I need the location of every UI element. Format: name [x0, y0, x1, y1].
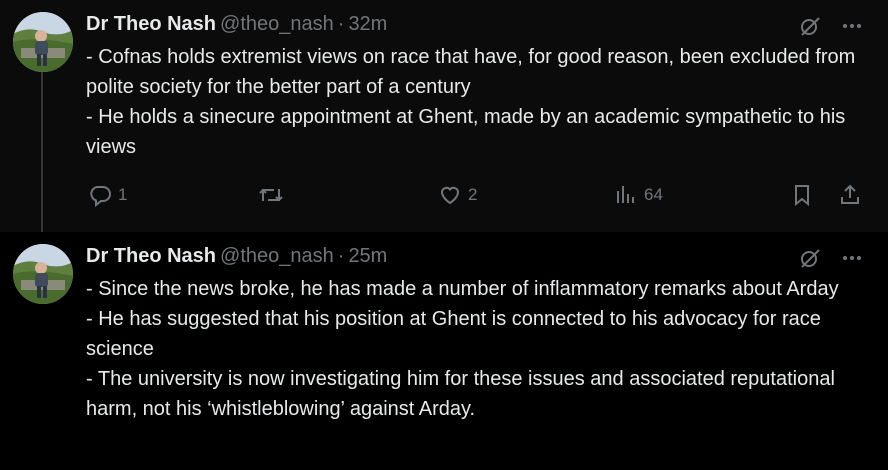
tweet-line: - The university is now investigating hi…	[86, 368, 835, 420]
share-button[interactable]	[838, 183, 862, 207]
tweet-line: - Cofnas holds extremist views on race t…	[86, 46, 856, 98]
like-button[interactable]: 2	[438, 183, 477, 207]
tweet-text: - Cofnas holds extremist views on race t…	[86, 42, 866, 162]
reply-icon	[90, 186, 111, 207]
tweet[interactable]: Dr Theo Nash @theo_nash · 25m - Since the n…	[0, 232, 888, 470]
share-icon	[841, 184, 859, 204]
timestamp[interactable]: 25m	[348, 245, 387, 267]
author-handle[interactable]: @theo_nash	[220, 245, 334, 267]
more-icon[interactable]	[840, 246, 864, 270]
avatar[interactable]	[13, 244, 73, 304]
bookmark-button[interactable]	[790, 183, 814, 207]
tweet-line: - He has suggested that his position at …	[86, 308, 821, 360]
author-name[interactable]: Dr Theo Nash	[86, 245, 216, 267]
views-icon	[617, 186, 634, 203]
tweet[interactable]: Dr Theo Nash @theo_nash · 32m - Cofnas hold…	[0, 0, 888, 232]
tweet-header: Dr Theo Nash @theo_nash · 32m	[86, 11, 387, 37]
thread-line	[41, 72, 43, 232]
action-bar: 1 2 64	[86, 180, 866, 212]
grok-icon[interactable]	[798, 246, 822, 270]
repost-button[interactable]	[258, 183, 290, 207]
reply-button[interactable]: 1	[88, 183, 127, 207]
author-handle[interactable]: @theo_nash	[220, 13, 334, 35]
reply-count: 1	[118, 185, 128, 204]
tweet-text: - Since the news broke, he has made a nu…	[86, 274, 866, 424]
tweet-header: Dr Theo Nash @theo_nash · 25m	[86, 243, 387, 269]
avatar[interactable]	[13, 12, 73, 72]
repost-icon	[259, 188, 283, 202]
views-count: 64	[644, 185, 663, 204]
views-button[interactable]: 64	[614, 183, 663, 207]
grok-icon[interactable]	[798, 14, 822, 38]
tweet-line: - Since the news broke, he has made a nu…	[86, 278, 839, 300]
tweet-line: - He holds a sinecure appointment at Ghe…	[86, 106, 846, 158]
timestamp[interactable]: 32m	[348, 13, 387, 35]
author-name[interactable]: Dr Theo Nash	[86, 13, 216, 35]
more-icon[interactable]	[840, 14, 864, 38]
separator: ·	[337, 13, 345, 35]
bookmark-icon	[795, 185, 809, 207]
like-count: 2	[468, 185, 478, 204]
separator: ·	[337, 245, 345, 267]
like-icon	[440, 186, 460, 205]
